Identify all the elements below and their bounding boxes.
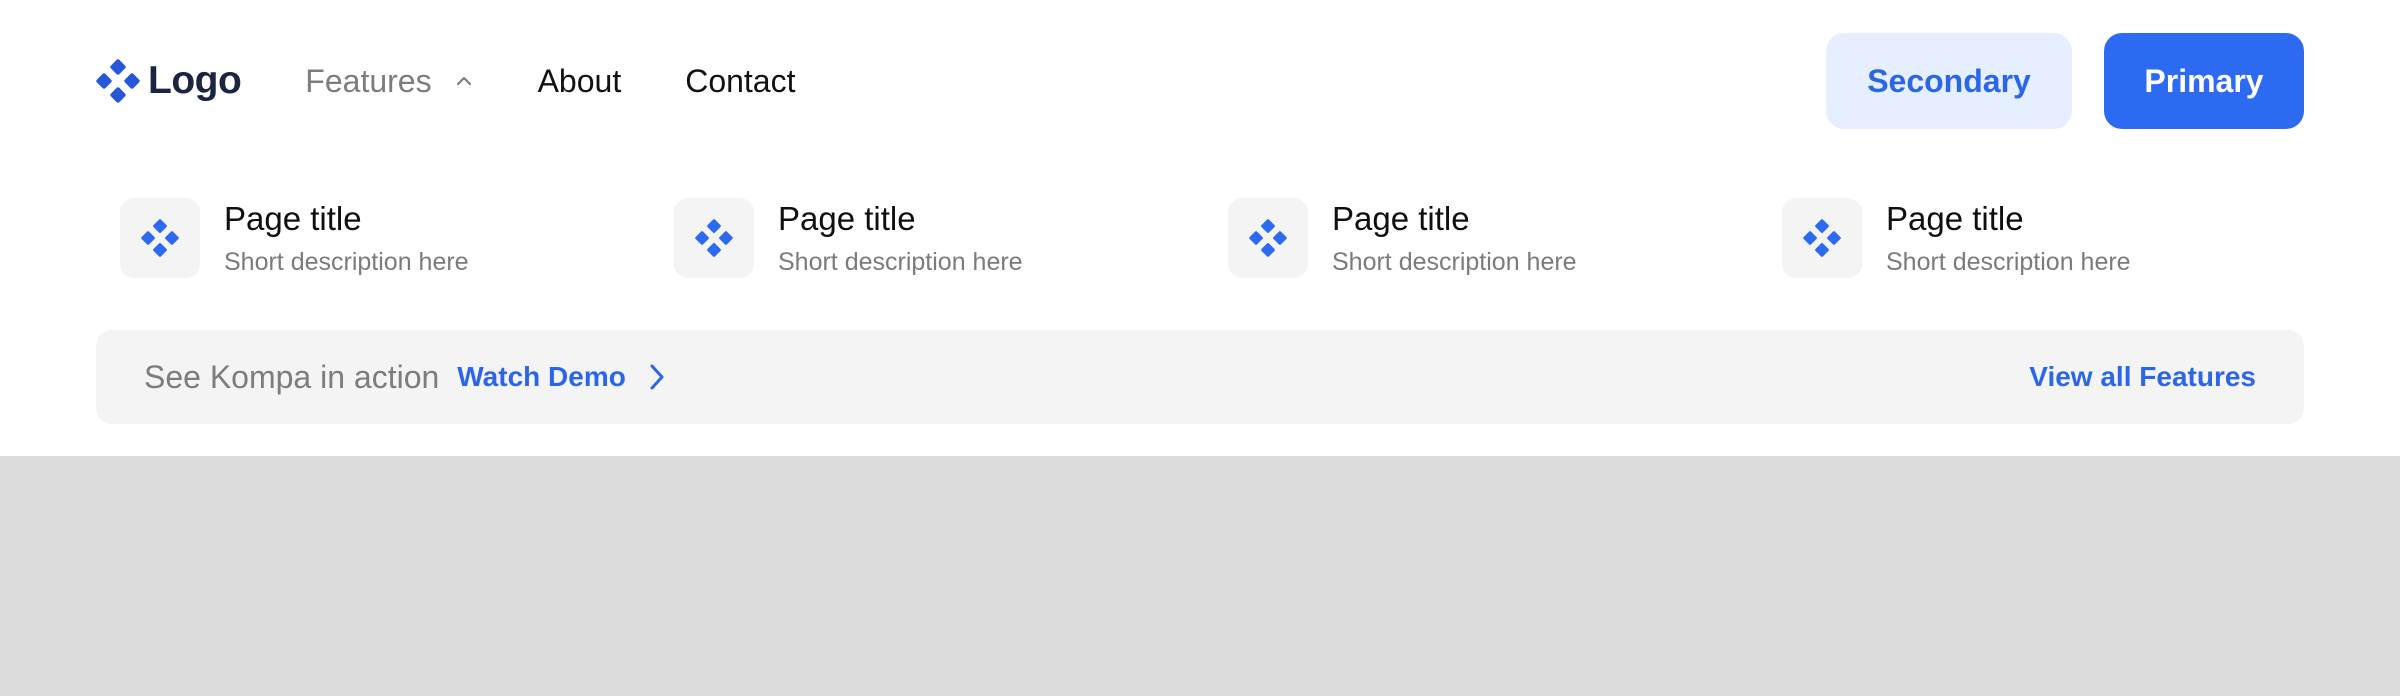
nav-item-features[interactable]: Features bbox=[305, 63, 473, 100]
features-mega-menu-panel: Logo Features About Contact Secondary Pr… bbox=[0, 0, 2400, 456]
feature-description: Short description here bbox=[778, 248, 1023, 276]
logo-mark-icon bbox=[96, 59, 140, 103]
secondary-button[interactable]: Secondary bbox=[1826, 33, 2072, 129]
feature-icon-box bbox=[1782, 198, 1862, 278]
feature-grid: Page title Short description here Page t… bbox=[120, 196, 2280, 280]
nav-actions: Secondary Primary bbox=[1826, 33, 2304, 129]
feature-title: Page title bbox=[1332, 200, 1470, 237]
logo[interactable]: Logo bbox=[96, 59, 242, 103]
diamond-cluster-icon bbox=[695, 219, 733, 257]
chevron-right-icon bbox=[650, 364, 664, 390]
watch-demo-link[interactable]: Watch Demo bbox=[457, 361, 668, 393]
feature-description: Short description here bbox=[1332, 248, 1577, 276]
demo-bar: See Kompa in action Watch Demo View all … bbox=[96, 330, 2304, 424]
feature-item[interactable]: Page title Short description here bbox=[120, 196, 600, 280]
nav-item-contact[interactable]: Contact bbox=[685, 63, 795, 100]
nav-links: Features About Contact bbox=[305, 63, 859, 100]
demo-tagline: See Kompa in action bbox=[144, 358, 440, 395]
feature-title: Page title bbox=[224, 200, 362, 237]
feature-description: Short description here bbox=[224, 248, 469, 276]
logo-text: Logo bbox=[148, 59, 242, 102]
feature-title: Page title bbox=[778, 200, 916, 237]
top-navigation: Logo Features About Contact Secondary Pr… bbox=[96, 32, 2304, 130]
chevron-up-icon bbox=[456, 76, 471, 86]
feature-icon-box bbox=[120, 198, 200, 278]
view-all-features-link[interactable]: View all Features bbox=[2029, 361, 2256, 393]
feature-item[interactable]: Page title Short description here bbox=[1782, 196, 2262, 280]
feature-item[interactable]: Page title Short description here bbox=[1228, 196, 1708, 280]
feature-icon-box bbox=[1228, 198, 1308, 278]
nav-item-label: About bbox=[537, 62, 622, 99]
feature-description: Short description here bbox=[1886, 248, 2131, 276]
diamond-cluster-icon bbox=[141, 219, 179, 257]
nav-item-label: Contact bbox=[685, 62, 796, 99]
feature-icon-box bbox=[674, 198, 754, 278]
nav-item-about[interactable]: About bbox=[538, 63, 622, 100]
primary-button[interactable]: Primary bbox=[2104, 33, 2304, 129]
feature-item[interactable]: Page title Short description here bbox=[674, 196, 1154, 280]
diamond-cluster-icon bbox=[1249, 219, 1287, 257]
feature-title: Page title bbox=[1886, 200, 2024, 237]
nav-item-label: Features bbox=[305, 62, 432, 99]
diamond-cluster-icon bbox=[1803, 219, 1841, 257]
watch-demo-label: Watch Demo bbox=[457, 361, 626, 392]
